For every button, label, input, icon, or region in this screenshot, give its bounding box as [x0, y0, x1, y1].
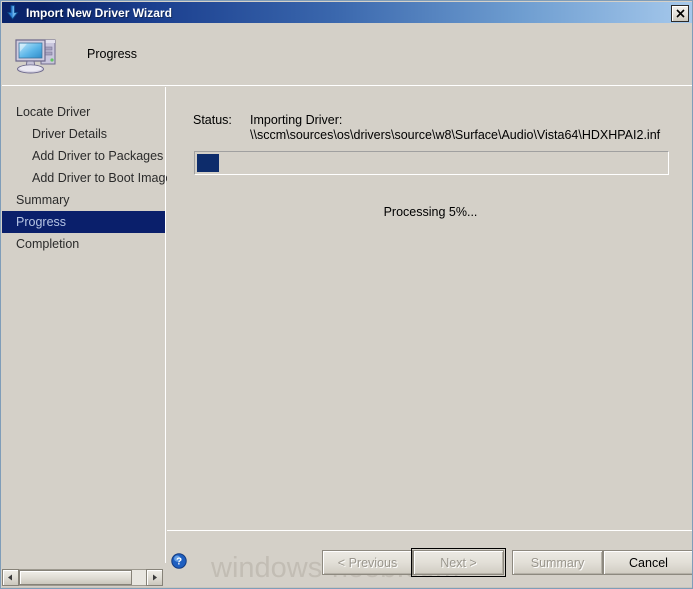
horizontal-scrollbar[interactable] — [2, 569, 163, 586]
status-label: Status: — [193, 113, 232, 127]
sidebar-item-summary[interactable]: Summary — [2, 189, 165, 211]
sidebar-item-driver-details[interactable]: Driver Details — [2, 123, 165, 145]
sidebar-item-add-driver-to-packages[interactable]: Add Driver to Packages — [2, 145, 165, 167]
progress-bar — [194, 151, 669, 175]
progress-bar-fill — [197, 154, 219, 172]
sidebar-item-locate-driver[interactable]: Locate Driver — [2, 101, 165, 123]
import-arrow-icon — [5, 4, 22, 21]
computer-icon — [12, 30, 60, 78]
sidebar-item-completion[interactable]: Completion — [2, 233, 165, 255]
scroll-left-icon[interactable] — [2, 569, 19, 586]
window-bottom-edge — [2, 587, 692, 588]
wizard-footer: ? windows-noob.com < Previous Next > Sum… — [167, 532, 692, 584]
status-block: Status: Importing Driver: \\sccm\sources… — [193, 113, 660, 143]
scrollbar-track[interactable] — [19, 569, 146, 586]
status-path-line: \\sccm\sources\os\drivers\source\w8\Surf… — [250, 128, 661, 142]
page-title: Progress — [87, 47, 138, 61]
wizard-header: Progress — [2, 23, 692, 85]
wizard-steps-sidebar: Locate Driver Driver Details Add Driver … — [2, 87, 179, 563]
summary-button[interactable]: Summary — [512, 550, 603, 575]
scrollbar-thumb[interactable] — [19, 570, 132, 585]
svg-text:?: ? — [176, 557, 182, 568]
status-value: Importing Driver: \\sccm\sources\os\driv… — [250, 113, 660, 143]
help-question-icon[interactable]: ? — [171, 553, 187, 569]
close-icon[interactable] — [671, 5, 689, 22]
sidebar-item-add-driver-to-boot-images[interactable]: Add Driver to Boot Images — [2, 167, 179, 189]
previous-button[interactable]: < Previous — [322, 550, 413, 575]
window-title: Import New Driver Wizard — [26, 5, 172, 20]
scroll-right-icon[interactable] — [146, 569, 163, 586]
sidebar-item-progress[interactable]: Progress — [2, 211, 165, 233]
status-action-line: Importing Driver: — [250, 113, 343, 127]
title-bar[interactable]: Import New Driver Wizard — [2, 2, 692, 23]
wizard-content-panel: Status: Importing Driver: \\sccm\sources… — [167, 87, 691, 563]
processing-status-text: Processing 5%... — [383, 205, 478, 219]
next-button[interactable]: Next > — [411, 548, 506, 577]
cancel-button[interactable]: Cancel — [603, 550, 692, 575]
wizard-window: Import New Driver Wizard Progress Locate… — [0, 0, 693, 589]
